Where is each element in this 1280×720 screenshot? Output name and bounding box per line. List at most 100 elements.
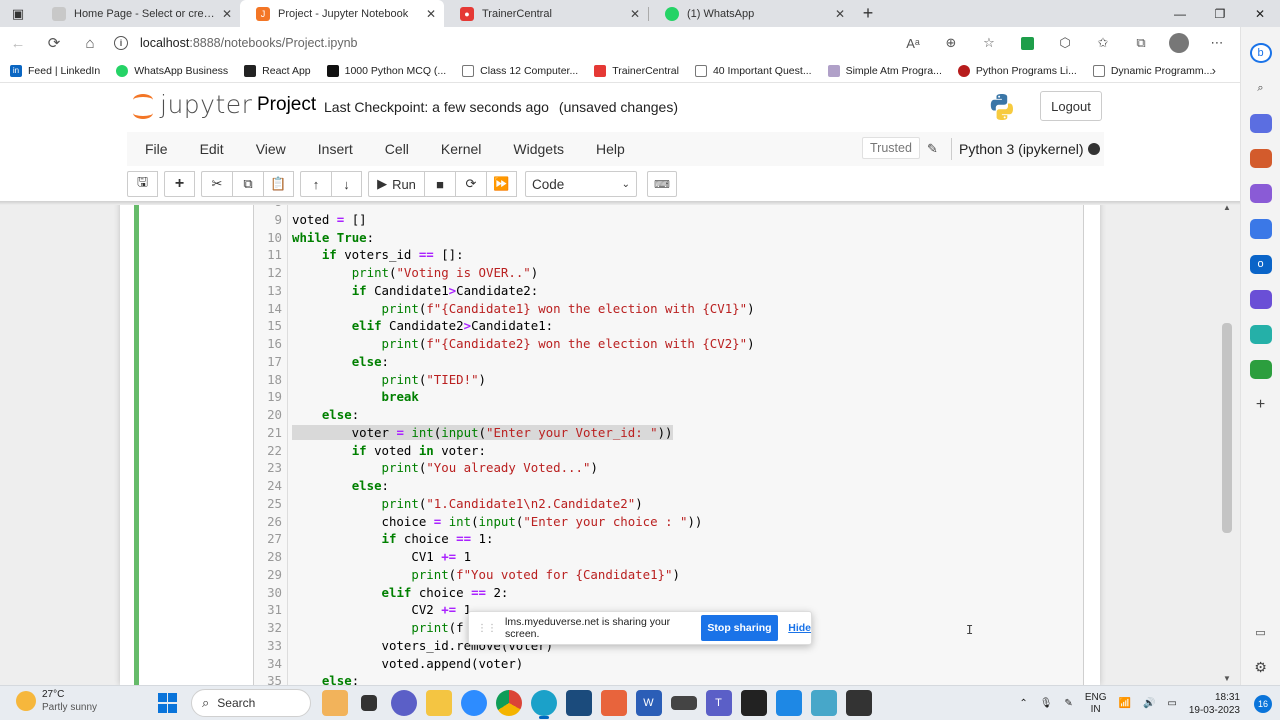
bookmark-4[interactable]: Class 12 Computer... xyxy=(462,64,578,77)
office-icon[interactable] xyxy=(1249,219,1272,239)
search-icon[interactable]: ⌕ xyxy=(1250,79,1272,98)
cell-type-select[interactable]: Code ⌄ xyxy=(525,171,637,197)
controller-icon[interactable] xyxy=(670,696,697,710)
wifi-icon[interactable]: 📶 xyxy=(1118,698,1130,709)
menu-insert[interactable]: Insert xyxy=(304,141,367,157)
code-line[interactable]: 16 print(f"{Candidate2} won the election… xyxy=(254,335,1083,353)
console-icon[interactable] xyxy=(845,690,872,716)
code-line[interactable]: 18 print("TIED!") xyxy=(254,371,1083,389)
code-line[interactable]: 10 while True: xyxy=(254,229,1083,247)
more-menu-icon[interactable]: ⋯ xyxy=(1198,30,1236,56)
taskbar-search[interactable]: ⌕ Search xyxy=(191,689,311,717)
bookmark-7[interactable]: Simple Atm Progra... xyxy=(827,64,942,77)
widgets-icon[interactable] xyxy=(321,690,348,716)
back-icon[interactable]: ← xyxy=(0,27,36,59)
add-icon[interactable]: + xyxy=(1250,395,1272,414)
terminal-icon[interactable] xyxy=(565,690,592,716)
weather-widget[interactable]: 27°C Partly sunny xyxy=(16,688,97,714)
pencil-icon[interactable]: ✎ xyxy=(927,141,938,157)
code-line[interactable]: 27 if choice == 1: xyxy=(254,530,1083,548)
page-scrollbar[interactable]: ▲ ▼ xyxy=(1220,201,1234,685)
microphone-icon[interactable]: 🎙 xyxy=(1040,698,1053,709)
sidebar-split-icon[interactable]: ▭ xyxy=(1250,623,1272,642)
code-line[interactable]: 20 else: xyxy=(254,406,1083,424)
read-aloud-icon[interactable]: Aᵃ xyxy=(894,30,932,56)
interrupt-icon[interactable]: ■ xyxy=(424,171,455,197)
menu-kernel[interactable]: Kernel xyxy=(427,141,495,157)
zoom-app-icon[interactable] xyxy=(460,690,487,716)
notification-badge[interactable]: 16 xyxy=(1254,694,1272,713)
bookmark-3[interactable]: 1000 Python MCQ (... xyxy=(326,64,446,77)
save-icon[interactable]: 🖫 xyxy=(127,171,158,197)
code-line[interactable]: 22 if voted in voter: xyxy=(254,442,1083,460)
scrollbar-thumb[interactable] xyxy=(1222,323,1232,533)
chevron-right-icon[interactable]: › xyxy=(1212,63,1216,78)
restart-icon[interactable]: ⟳ xyxy=(455,171,486,197)
browser-tab-1[interactable]: J Project - Jupyter Notebook ✕ xyxy=(240,0,444,27)
designer-icon[interactable] xyxy=(1249,289,1272,310)
settings-gear-icon[interactable]: ⚙ xyxy=(1250,658,1272,677)
close-window-icon[interactable]: ✕ xyxy=(1240,0,1280,27)
shopping-icon[interactable] xyxy=(1249,113,1272,134)
code-line[interactable]: 25 print("1.Candidate1\n2.Candidate2") xyxy=(254,495,1083,513)
code-line[interactable]: 34 voted.append(voter) xyxy=(254,655,1083,673)
close-icon[interactable]: ✕ xyxy=(222,7,232,21)
outlook-icon[interactable]: o xyxy=(1249,254,1272,274)
browser-tab-0[interactable]: Home Page - Select or create a n ✕ xyxy=(36,0,240,27)
bookmark-1[interactable]: WhatsApp Business xyxy=(116,64,228,77)
bookmark-9[interactable]: Dynamic Programm... xyxy=(1092,64,1212,77)
new-tab-button[interactable]: + xyxy=(853,0,883,27)
keyboard-icon[interactable]: ⌨ xyxy=(647,171,677,197)
task-view-icon[interactable] xyxy=(361,695,377,711)
code-line[interactable]: 26 choice = int(input("Enter your choice… xyxy=(254,513,1083,531)
jupyter-logo[interactable]: jupyter xyxy=(132,90,252,119)
code-line[interactable]: 11 if voters_id == []: xyxy=(254,246,1083,264)
chat-icon[interactable] xyxy=(390,690,417,716)
chevron-up-icon[interactable]: ⌃ xyxy=(1019,698,1027,709)
zoom-icon[interactable]: ⊕ xyxy=(932,30,970,56)
run-button[interactable]: ▶ Run xyxy=(368,171,424,197)
volume-icon[interactable]: 🔊 xyxy=(1143,698,1155,709)
code-line[interactable]: 9 voted = [] xyxy=(254,211,1083,229)
code-line[interactable]: 19 break xyxy=(254,388,1083,406)
tools-icon[interactable] xyxy=(1249,149,1272,169)
battery-icon[interactable]: ▭ xyxy=(1167,698,1176,709)
scroll-down-icon[interactable]: ▼ xyxy=(1223,674,1231,683)
drag-handle-icon[interactable]: ⋮⋮ xyxy=(477,623,497,634)
collections-icon[interactable]: ⧉ xyxy=(1122,30,1160,56)
menu-help[interactable]: Help xyxy=(582,141,639,157)
code-line[interactable]: 29 print(f"You voted for {Candidate1}") xyxy=(254,566,1083,584)
start-icon[interactable] xyxy=(155,690,181,716)
drop-icon[interactable] xyxy=(1249,325,1272,345)
code-line[interactable]: 17 else: xyxy=(254,353,1083,371)
bookmark-0[interactable]: in Feed | LinkedIn xyxy=(10,64,100,77)
clock[interactable]: 18:31 19-03-2023 xyxy=(1189,691,1240,717)
move-up-icon[interactable]: ↑ xyxy=(300,171,331,197)
move-down-icon[interactable]: ↓ xyxy=(331,171,362,197)
close-icon[interactable]: ✕ xyxy=(630,7,640,21)
browser-tab-2[interactable]: ● TrainerCentral ✕ xyxy=(444,0,648,27)
trusted-badge[interactable]: Trusted xyxy=(862,137,920,159)
code-line[interactable]: 13 if Candidate1>Candidate2: xyxy=(254,282,1083,300)
cut-icon[interactable]: ✂ xyxy=(201,171,232,197)
tree-icon[interactable] xyxy=(1249,360,1272,380)
close-icon[interactable]: ✕ xyxy=(835,7,845,21)
code-line[interactable]: 35 else: xyxy=(254,672,1083,685)
code-line[interactable]: 28 CV1 += 1 xyxy=(254,548,1083,566)
games-icon[interactable] xyxy=(1249,184,1272,204)
menu-cell[interactable]: Cell xyxy=(371,141,423,157)
profile-avatar[interactable] xyxy=(1160,30,1198,56)
tab-actions-icon[interactable]: ▣ xyxy=(0,0,36,27)
menu-view[interactable]: View xyxy=(242,141,300,157)
code-line[interactable]: 30 elif choice == 2: xyxy=(254,584,1083,602)
info-icon[interactable]: i xyxy=(114,36,128,50)
bookmark-8[interactable]: Python Programs Li... xyxy=(957,64,1077,77)
bookmark-5[interactable]: TrainerCentral xyxy=(594,64,679,77)
code-line[interactable]: 24 else: xyxy=(254,477,1083,495)
fast-forward-icon[interactable]: ⏩ xyxy=(486,171,517,197)
notebook-title[interactable]: Project xyxy=(257,94,316,116)
extensions-icon[interactable]: ⬡ xyxy=(1046,30,1084,56)
menu-edit[interactable]: Edit xyxy=(186,141,238,157)
close-icon[interactable]: ✕ xyxy=(426,7,436,21)
code-line[interactable]: 12 print("Voting is OVER..") xyxy=(254,264,1083,282)
